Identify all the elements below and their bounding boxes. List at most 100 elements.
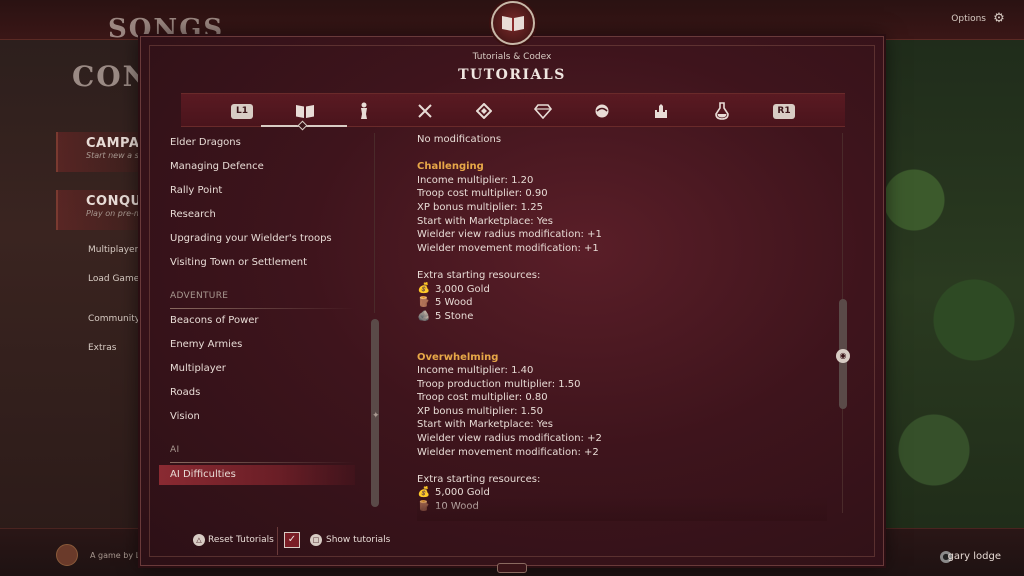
list-item-vision[interactable]: Vision <box>170 407 350 427</box>
book-medallion-icon <box>491 1 535 45</box>
resource-row: 🪨 5 Stone <box>417 310 817 324</box>
resource-row: 🪵 5 Wood <box>417 296 817 310</box>
options-label[interactable]: Options <box>951 14 986 24</box>
menu-multiplayer[interactable]: Multiplayer <box>60 242 150 260</box>
challenging-line: Wielder view radius modification: +1 <box>417 229 602 241</box>
overwhelming-line: XP bonus multiplier: 1.50 <box>417 405 543 417</box>
gold-icon: 💰 <box>417 283 431 295</box>
section-divider <box>170 308 355 309</box>
resource-value: 5 Stone <box>435 310 474 322</box>
tab-rules[interactable] <box>473 100 495 122</box>
section-ai-label: AI <box>170 445 180 455</box>
list-item-roads[interactable]: Roads <box>170 383 350 403</box>
section-header-ai: AI <box>170 445 355 463</box>
tab-l1[interactable]: L1 <box>231 100 253 122</box>
page-title: TUTORIALS <box>458 67 566 83</box>
wood-icon: 🪵 <box>417 296 431 308</box>
orb-icon <box>595 104 609 118</box>
list-item-beacons[interactable]: Beacons of Power <box>170 311 350 331</box>
show-tutorials-label[interactable]: Show tutorials <box>326 535 390 545</box>
section-adventure-label: ADVENTURE <box>170 291 229 301</box>
menu-extras[interactable]: Extras <box>60 340 150 358</box>
tab-units[interactable] <box>353 100 375 122</box>
challenging-line: Start with Marketplace: Yes <box>417 215 553 227</box>
tab-resources[interactable] <box>532 100 554 122</box>
list-scroll-rail <box>374 133 375 313</box>
challenging-resources-label: Extra starting resources: <box>417 269 541 281</box>
panel-footer: △ Reset Tutorials ✓ □ Show tutorials <box>141 523 885 559</box>
list-scroll-marker: ✦ <box>372 411 380 421</box>
menu-community[interactable]: Community L <box>60 311 150 329</box>
codex-subtitle: Tutorials & Codex <box>472 52 552 62</box>
gear-icon[interactable]: ⚙ <box>992 12 1006 26</box>
scroll-stick-icon[interactable]: ◉ <box>836 349 850 363</box>
content-intro: No modifications <box>417 134 502 145</box>
tab-factions[interactable] <box>591 100 613 122</box>
list-item-research[interactable]: Research <box>170 205 350 225</box>
tutorial-topic-list: Elder Dragons Managing Defence Rally Poi… <box>159 133 355 511</box>
resource-row: 💰 5,000 Gold <box>417 486 817 500</box>
menu-load-game[interactable]: Load Game <box>60 271 150 289</box>
challenging-line: Wielder movement modification: +1 <box>417 242 599 254</box>
overwhelming-resources-label: Extra starting resources: <box>417 473 541 485</box>
studio-logo-icon <box>56 544 78 566</box>
heading-overwhelming: Overwhelming <box>417 351 499 363</box>
wood-icon: 🪵 <box>417 500 431 512</box>
l1-button-icon: L1 <box>231 103 253 119</box>
tutorial-content: No modifications Challenging Income mult… <box>417 133 817 517</box>
resource-value: 5 Wood <box>435 297 473 309</box>
overwhelming-line: Wielder movement modification: +2 <box>417 446 599 458</box>
stone-icon: 🪨 <box>417 310 431 322</box>
list-item-ai-difficulties[interactable]: AI Difficulties <box>159 465 355 485</box>
crossed-swords-icon <box>418 104 432 118</box>
tab-buildings[interactable] <box>650 100 672 122</box>
challenging-line: XP bonus multiplier: 1.25 <box>417 201 543 213</box>
reset-tutorials-button[interactable]: Reset Tutorials <box>208 535 274 545</box>
codex-tab-bar: L1 R1 <box>181 93 845 131</box>
diamond-icon <box>476 103 492 119</box>
background-scene-right <box>874 0 1024 576</box>
resource-row: 💰 3,000 Gold <box>417 283 817 297</box>
list-item-multiplayer[interactable]: Multiplayer <box>170 359 350 379</box>
tab-items[interactable] <box>711 100 733 122</box>
figure-icon <box>361 102 367 119</box>
panel-bottom-ornament <box>497 563 527 573</box>
list-item-managing-defence[interactable]: Managing Defence <box>170 157 350 177</box>
overwhelming-line: Wielder view radius modification: +2 <box>417 433 602 445</box>
username: gary lodge <box>947 551 1001 562</box>
resource-value: 10 Wood <box>435 501 479 513</box>
overwhelming-line: Troop cost multiplier: 0.80 <box>417 392 548 404</box>
resource-value: 5,000 Gold <box>435 487 490 499</box>
tutorials-codex-panel: Tutorials & Codex TUTORIALS L1 R1 Elder … <box>140 1 885 573</box>
challenging-line: Troop cost multiplier: 0.90 <box>417 188 548 200</box>
active-tab-marker <box>297 120 308 131</box>
heading-challenging: Challenging <box>417 161 484 173</box>
book-icon <box>296 105 314 118</box>
overwhelming-line: Troop production multiplier: 1.50 <box>417 378 581 390</box>
r1-button-icon: R1 <box>773 103 795 119</box>
potion-icon <box>715 102 729 120</box>
list-item-upgrading-troops[interactable]: Upgrading your Wielder's troops <box>170 229 350 249</box>
gold-icon: 💰 <box>417 487 431 499</box>
resource-row: 🪵 10 Wood <box>417 500 817 514</box>
overwhelming-line: Start with Marketplace: Yes <box>417 419 553 431</box>
section-header-adventure: ADVENTURE <box>170 291 355 309</box>
overwhelming-line: Income multiplier: 1.40 <box>417 365 534 377</box>
resource-value: 3,000 Gold <box>435 283 490 295</box>
list-item-elder-dragons[interactable]: Elder Dragons <box>170 133 350 153</box>
list-item-enemy-armies[interactable]: Enemy Armies <box>170 335 350 355</box>
challenging-line: Income multiplier: 1.20 <box>417 174 534 186</box>
show-tutorials-checkbox[interactable]: ✓ <box>284 532 300 548</box>
tab-combat[interactable] <box>414 100 436 122</box>
triangle-button-icon: △ <box>193 534 205 546</box>
section-divider <box>170 462 355 463</box>
credit-text: A game by La <box>90 551 145 560</box>
footer-divider <box>277 527 278 555</box>
tab-r1[interactable]: R1 <box>773 100 795 122</box>
square-button-icon: □ <box>310 534 322 546</box>
tab-tutorials[interactable] <box>294 100 316 122</box>
castle-icon <box>655 104 667 118</box>
list-item-rally-point[interactable]: Rally Point <box>170 181 350 201</box>
list-item-visiting-town[interactable]: Visiting Town or Settlement <box>170 253 350 273</box>
gem-icon <box>534 104 552 119</box>
